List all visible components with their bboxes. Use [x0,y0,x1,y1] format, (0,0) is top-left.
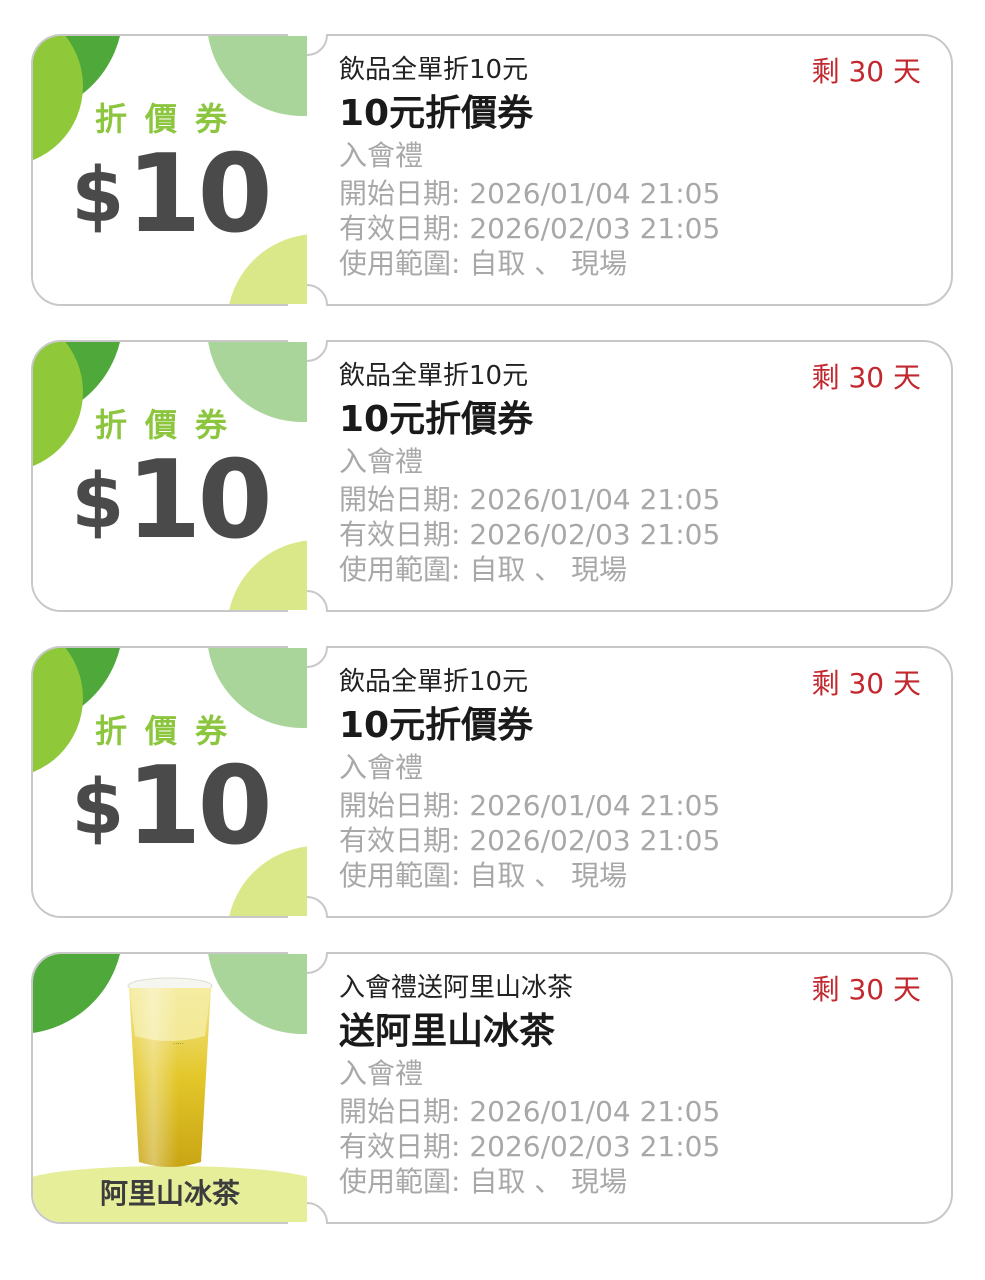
coupon-scope: 使用範圍: 自取 、 現場 [339,247,628,280]
coupon-source: 入會禮 [339,751,424,784]
coupon-scope: 使用範圍: 自取 、 現場 [339,553,628,586]
coupon-valid-date: 有效日期: 2026/02/03 21:05 [339,1130,721,1163]
drink-name-label: 阿里山冰茶 [99,1177,240,1210]
coupon-title: 10元折價券 [339,399,534,440]
currency-symbol: $ [71,456,124,545]
currency-symbol: $ [71,150,124,239]
coupon-valid-date: 有效日期: 2026/02/03 21:05 [339,518,721,551]
remaining-days: 剩 30 天 [811,361,921,394]
coupon-source: 入會禮 [339,1057,424,1090]
iced-tea-cup-image: ····· [127,977,213,1167]
coupon-scope: 使用範圍: 自取 、 現場 [339,1165,628,1198]
currency-symbol: $ [71,762,124,851]
remaining-days: 剩 30 天 [811,667,921,700]
coupon-start-date: 開始日期: 2026/01/04 21:05 [339,789,721,822]
coupon-start-date: 開始日期: 2026/01/04 21:05 [339,177,721,210]
decor-blob [207,954,307,1034]
coupon-badge: 折價券 $10 [33,36,307,304]
coupon-source: 入會禮 [339,445,424,478]
coupon-valid-date: 有效日期: 2026/02/03 21:05 [339,212,721,245]
coupon-badge: 折價券 $10 [33,648,307,916]
coupon-badge: ····· 阿里山冰茶 [33,954,307,1222]
coupon-card[interactable]: ····· 阿里山冰茶 入會禮送阿里山冰茶 送阿里山冰茶 入會禮 開始日期: 2… [31,952,953,1224]
coupon-card[interactable]: 折價券 $10 飲品全單折10元 10元折價券 入會禮 開始日期: 2026/0… [31,34,953,306]
coupon-amount: $10 [33,744,307,869]
amount-value: 10 [126,744,272,869]
remaining-days: 剩 30 天 [811,55,921,88]
coupon-amount: $10 [33,438,307,563]
coupon-badge: 折價券 $10 [33,342,307,610]
coupon-valid-date: 有效日期: 2026/02/03 21:05 [339,824,721,857]
svg-text:·····: ····· [173,1040,184,1048]
amount-value: 10 [126,438,272,563]
coupon-card[interactable]: 折價券 $10 飲品全單折10元 10元折價券 入會禮 開始日期: 2026/0… [31,340,953,612]
coupon-start-date: 開始日期: 2026/01/04 21:05 [339,483,721,516]
coupon-card[interactable]: 折價券 $10 飲品全單折10元 10元折價券 入會禮 開始日期: 2026/0… [31,646,953,918]
decor-blob [33,954,123,1034]
remaining-days: 剩 30 天 [811,973,921,1006]
coupon-source: 入會禮 [339,139,424,172]
coupon-start-date: 開始日期: 2026/01/04 21:05 [339,1095,721,1128]
coupon-title: 10元折價券 [339,705,534,746]
coupon-scope: 使用範圍: 自取 、 現場 [339,859,628,892]
coupon-title: 10元折價券 [339,93,534,134]
coupon-title: 送阿里山冰茶 [339,1011,556,1052]
amount-value: 10 [126,132,272,257]
coupon-amount: $10 [33,132,307,257]
